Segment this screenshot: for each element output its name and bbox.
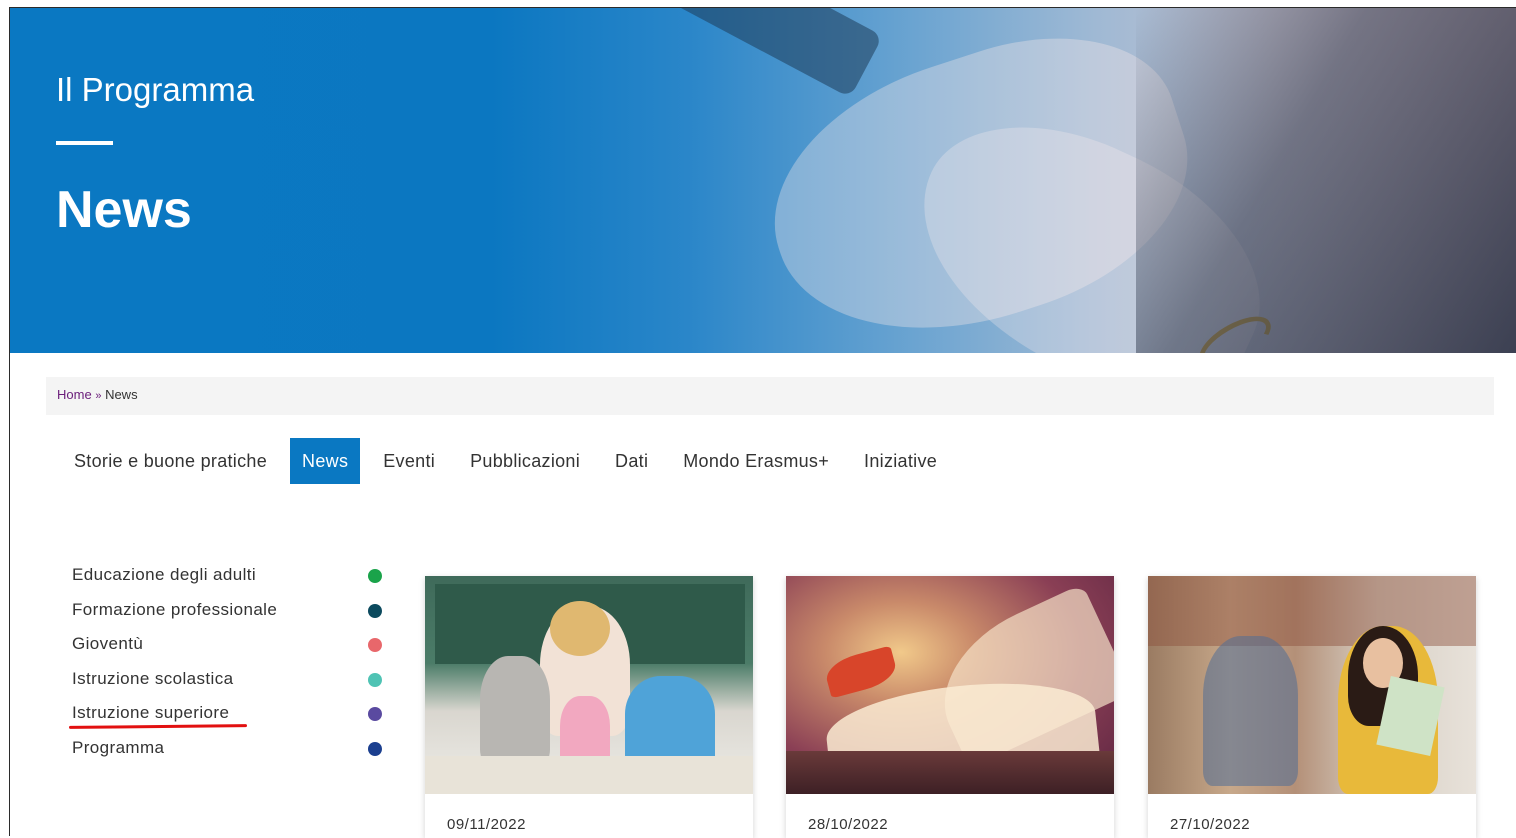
category-item-formazione-professionale[interactable]: Formazione professionale [72,598,392,633]
category-label: Formazione professionale [72,599,278,619]
news-card[interactable]: 27/10/2022 [1148,576,1476,838]
category-item-gioventu[interactable]: Gioventù [72,632,392,667]
page-title: News [56,181,192,239]
tab-news[interactable]: News [290,438,361,484]
category-dot-icon [368,741,382,756]
section-tabs: Storie e buone pratiche News Eventi Pubb… [62,438,960,484]
breadcrumb-separator: » [95,390,102,402]
category-item-istruzione-superiore[interactable]: Istruzione superiore [68,701,392,736]
category-item-programma[interactable]: Programma [72,736,392,771]
category-item-educazione-adulti[interactable]: Educazione degli adulti [72,563,392,598]
highlight-underline [68,724,248,729]
category-dot-icon [368,569,382,583]
tab-iniziative[interactable]: Iniziative [852,438,949,484]
category-label: Educazione degli adulti [72,565,257,584]
category-label: Programma [72,737,165,757]
breadcrumb-current: News [105,387,138,402]
category-dot-icon [368,638,382,652]
hero-banner: Il Programma News [10,8,1516,353]
news-card[interactable]: 09/11/2022 [425,576,753,838]
news-card-image[interactable] [786,576,1114,794]
category-item-istruzione-scolastica[interactable]: Istruzione scolastica [72,667,392,702]
hero-divider [56,141,113,145]
tab-storie-e-buone-pratiche[interactable]: Storie e buone pratiche [62,438,279,484]
tab-pubblicazioni[interactable]: Pubblicazioni [458,438,592,484]
breadcrumb: Home » News [46,377,1494,415]
news-card-date: 27/10/2022 [1170,816,1251,833]
news-card-image[interactable] [1148,576,1476,794]
category-label: Istruzione scolastica [72,668,234,688]
tab-mondo-erasmus[interactable]: Mondo Erasmus+ [671,438,841,484]
news-card-date: 28/10/2022 [808,816,889,833]
breadcrumb-home-link[interactable]: Home [57,387,92,402]
hero-kicker: Il Programma [56,71,255,108]
category-filter-list: Educazione degli adulti Formazione profe… [68,563,392,771]
tab-eventi[interactable]: Eventi [371,438,447,484]
hero-photo-shade [1136,8,1516,353]
category-dot-icon [368,707,382,721]
news-card[interactable]: 28/10/2022 [786,576,1114,838]
news-card-image[interactable] [425,576,753,794]
hero-photo-phone [647,8,883,98]
category-label: Istruzione superiore [72,703,230,722]
tab-dati[interactable]: Dati [603,438,660,484]
category-dot-icon [368,603,382,618]
category-label: Gioventù [72,634,144,653]
news-card-date: 09/11/2022 [447,816,526,833]
category-dot-icon [368,672,382,687]
